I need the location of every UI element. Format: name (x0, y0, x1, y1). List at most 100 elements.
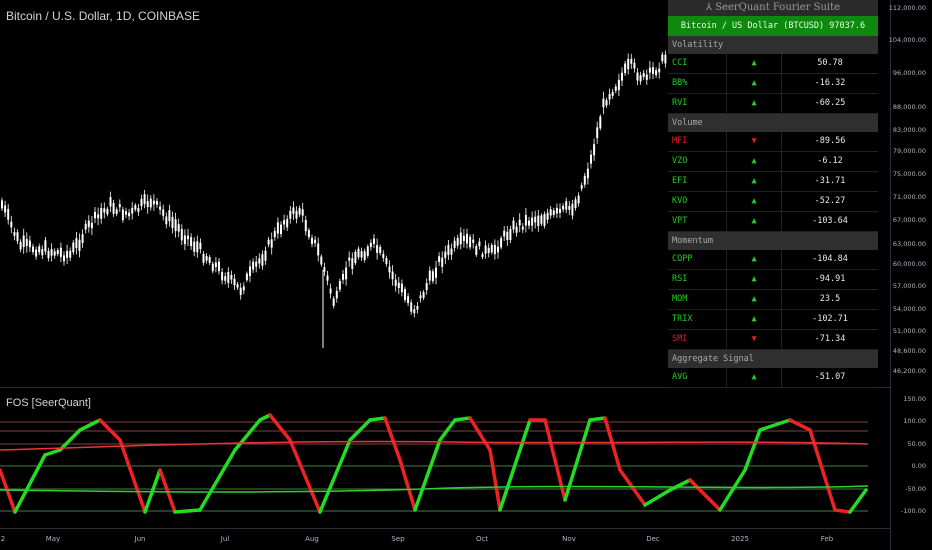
candle-body (233, 278, 236, 286)
indicator-name: EFI (668, 172, 727, 191)
candle-body (134, 205, 137, 210)
candle-body (531, 217, 534, 226)
candle-body (152, 200, 155, 205)
candle-body (326, 275, 329, 281)
oscillator-segment (643, 488, 672, 507)
candle-body (549, 209, 552, 216)
candle-body (435, 267, 437, 278)
candle-body (661, 54, 664, 62)
candle-body (456, 237, 459, 246)
candle-body (171, 216, 174, 229)
candle-body (462, 235, 465, 241)
indicator-title[interactable]: FOS [SeerQuant] (6, 397, 91, 409)
asset-price-row: Bitcoin / US Dollar (BTCUSD) 97037.6 (668, 16, 878, 36)
indicator-name: AVG (668, 368, 727, 387)
candle-body (208, 257, 211, 263)
candle-body (193, 241, 196, 252)
time-tick: Feb (820, 535, 834, 543)
indicator-value: -94.91 (814, 274, 846, 284)
candle-body (230, 275, 233, 280)
price-axis[interactable]: 112,000.00 104,000.00 96,000.00 88,000.0… (889, 0, 932, 550)
candle-body (146, 201, 149, 208)
indicator-row: RSI ▲ -94.91 (668, 270, 878, 290)
indicator-row: BB% ▲ -16.32 (668, 74, 878, 94)
time-tick: Nov (562, 535, 576, 543)
oscillator-segment (488, 448, 502, 512)
indicator-value: -51.07 (814, 372, 846, 382)
oscillator-segment (833, 508, 852, 514)
candle-body (63, 255, 65, 262)
time-tick: Oct (475, 535, 489, 543)
candle-body (413, 309, 416, 314)
osc-tick: -50.00 (905, 485, 926, 493)
candle-body (636, 72, 639, 81)
arrow-up-icon: ▲ (727, 192, 782, 211)
osc-tick: 100.00 (903, 417, 926, 425)
candle-body (450, 248, 453, 255)
indicator-name: RSI (668, 270, 727, 289)
arrow-up-icon: ▲ (727, 368, 782, 387)
candle-body (366, 246, 369, 256)
candle-body (118, 204, 121, 208)
candle-body (614, 86, 617, 91)
candle-body (264, 250, 267, 261)
arrow-up-icon: ▲ (727, 172, 782, 191)
price-tick: 67,000.00 (892, 216, 926, 224)
candle-body (97, 214, 100, 219)
oscillator-segment (318, 438, 352, 514)
oscillator-segment (78, 418, 102, 432)
candle-body (500, 238, 503, 248)
time-tick: Aug (305, 535, 319, 543)
candle-body (484, 245, 487, 254)
candle-body (307, 230, 310, 238)
candle-body (112, 202, 115, 214)
oscillator-segment (13, 453, 47, 514)
oscillator-segment (543, 418, 567, 502)
oscillator-segment (348, 418, 372, 442)
indicator-name: VZO (668, 152, 727, 171)
candle-body (75, 238, 78, 249)
candle-body (221, 271, 224, 281)
candle-body (388, 266, 391, 273)
candle-body (639, 75, 642, 82)
oscillator-segment (743, 428, 762, 472)
candle-body (100, 207, 103, 219)
candle-body (360, 251, 363, 258)
candle-body (59, 247, 62, 257)
indicator-value: -71.34 (814, 334, 846, 344)
candle-body (571, 203, 574, 216)
candle-body (190, 237, 193, 247)
arrow-up-icon: ▲ (727, 94, 782, 113)
time-tick: May (45, 535, 61, 543)
candle-body (149, 198, 152, 208)
candle-body (249, 266, 251, 277)
candle-body (280, 224, 282, 234)
candle-body (1, 200, 3, 209)
arrow-up-icon: ▲ (727, 212, 782, 231)
oscillator-segment (688, 478, 722, 512)
candle-body (162, 209, 165, 216)
candle-body (165, 216, 168, 225)
candle-body (7, 208, 10, 220)
candle-body (410, 302, 413, 312)
candle-body (630, 58, 633, 64)
candle-body (4, 205, 7, 213)
candle-body (648, 67, 651, 73)
candle-body (574, 199, 577, 209)
indicator-row: EFI ▲ -31.71 (668, 172, 878, 192)
indicator-name: MOM (668, 290, 727, 309)
oscillator-segment (718, 468, 747, 512)
candle-body (50, 249, 53, 256)
candle-body (239, 287, 242, 295)
candle-body (69, 250, 72, 258)
indicator-value: -104.84 (812, 254, 848, 264)
arrow-up-icon: ▲ (727, 290, 782, 309)
candle-body (81, 234, 84, 243)
oscillator-segment (98, 418, 122, 442)
candle-body (267, 239, 270, 245)
candle-body (351, 258, 354, 269)
candle-body (543, 214, 546, 226)
candle-body (335, 290, 338, 299)
candle-body (583, 175, 586, 185)
candle-body (25, 239, 28, 247)
